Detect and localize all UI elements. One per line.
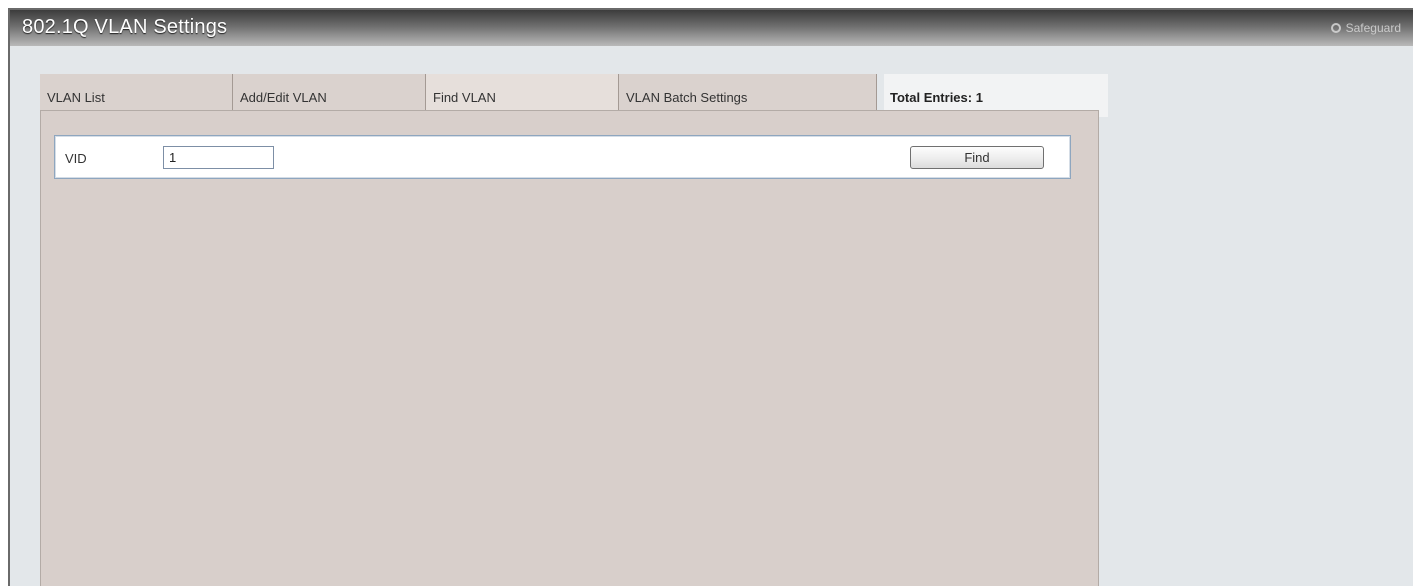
safeguard-indicator[interactable]: Safeguard	[1330, 21, 1401, 35]
page-frame: 802.1Q VLAN Settings Safeguard VLAN List…	[8, 8, 1413, 586]
page-title: 802.1Q VLAN Settings	[22, 16, 228, 38]
vid-label: VID	[65, 151, 87, 166]
find-button[interactable]: Find	[910, 146, 1044, 169]
safeguard-label: Safeguard	[1345, 21, 1401, 35]
find-vlan-panel: VID Find	[40, 110, 1099, 586]
tab-label: VLAN List	[47, 90, 105, 105]
vid-input[interactable]	[163, 146, 274, 169]
find-vlan-form: VID Find	[54, 135, 1071, 179]
tab-label: Find VLAN	[433, 90, 496, 105]
safeguard-icon	[1330, 23, 1341, 33]
tab-label: Add/Edit VLAN	[240, 90, 327, 105]
title-bar: 802.1Q VLAN Settings Safeguard	[10, 10, 1413, 46]
tab-label: VLAN Batch Settings	[626, 90, 748, 105]
